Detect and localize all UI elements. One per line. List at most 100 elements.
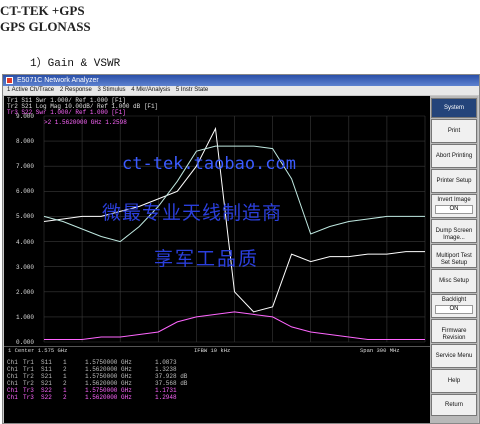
y-tick-label: 3.000	[16, 263, 35, 271]
status-ifbw: IFBW 10 kHz	[194, 347, 231, 354]
marker-row: Ch1 Tr1 S11 2 1.5620000 GHz 1.3238	[7, 366, 215, 373]
marker-cell-val: 37.568 dB	[155, 380, 188, 387]
softkey-label: Firmware Revision	[441, 328, 467, 341]
softkey-dump-screen-image[interactable]: Dump Screen Image...	[431, 219, 477, 243]
marker-cell-ch: Ch1	[7, 366, 18, 373]
marker-row: Ch1 Tr1 S11 1 1.5750000 GHz 1.0873	[7, 359, 215, 366]
marker-cell-num: 1	[63, 373, 67, 380]
menu-bar: 1 Active Ch/Trace 2 Response 3 Stimulus …	[3, 86, 479, 95]
softkey-label: Dump Screen Image...	[435, 228, 473, 241]
softkey-value: ON	[435, 205, 473, 214]
softkey-label: Service Menu	[435, 353, 473, 359]
doc-section-heading: 1）Gain & VSWR	[30, 58, 121, 70]
marker-cell-ch: Ch1	[7, 373, 18, 380]
softkey-invert-image[interactable]: Invert Image ON	[431, 194, 477, 218]
marker-row: Ch1 Tr2 S21 2 1.5620000 GHz 37.568 dB	[7, 380, 215, 387]
softkey-label: Print	[447, 128, 461, 134]
marker-cell-num: 1	[63, 387, 67, 394]
marker-cell-ch: Ch1	[7, 380, 18, 387]
softkey-label: System	[443, 105, 464, 111]
softkey-firmware-revision[interactable]: Firmware Revision	[431, 319, 477, 343]
marker-row: Ch1 Tr3 S22 2 1.5620000 GHz 1.2948	[7, 394, 215, 401]
doc-title-line1: CT-TEK +GPS	[0, 3, 85, 18]
menu-item-mkr-analysis[interactable]: 4 Mkr/Analysis	[131, 87, 170, 93]
marker-cell-num: 2	[63, 366, 67, 373]
softkey-label: Return	[444, 402, 463, 408]
marker-cell-freq: 1.5620000 GHz	[85, 394, 132, 401]
marker-cell-ch: Ch1	[7, 359, 18, 366]
softkey-backlight[interactable]: Backlight ON	[431, 294, 477, 318]
softkey-label: Abort Printing	[435, 153, 473, 159]
softkey-printer-setup[interactable]: Printer Setup	[431, 169, 477, 193]
softkey-label: Backlight	[441, 297, 467, 303]
status-span: Span 300 MHz	[360, 347, 400, 354]
doc-title-line2: GPS GLONASS	[0, 19, 91, 34]
marker-cell-param: S11	[41, 366, 52, 373]
trace-display[interactable]: Tr1 S11 Swr 1.000/ Ref 1.000 [F1] Tr2 S2…	[4, 96, 431, 346]
marker-cell-tr: Tr1	[23, 366, 34, 373]
window-titlebar[interactable]: E5071C Network Analyzer	[3, 75, 479, 86]
menu-item-active-ch[interactable]: 1 Active Ch/Trace	[7, 87, 54, 93]
marker-cell-freq: 1.5750000 GHz	[85, 387, 132, 394]
softkey-label: Help	[447, 378, 461, 384]
y-tick-label: 9.000	[16, 113, 35, 120]
softkey-label: Printer Setup	[436, 178, 472, 184]
app-icon	[6, 77, 13, 84]
window-title: E5071C Network Analyzer	[17, 77, 99, 84]
marker-cell-tr: Tr3	[23, 387, 34, 394]
marker-cell-param: S21	[41, 373, 52, 380]
softkey-label: Misc Setup	[439, 278, 469, 284]
marker-cell-tr: Tr3	[23, 394, 34, 401]
softkey-multiport-test-set-setup[interactable]: Multiport Test Set Setup	[431, 244, 477, 268]
status-center: 1 Center 1.575 GHz	[8, 347, 68, 354]
softkey-help[interactable]: Help	[431, 369, 477, 393]
y-tick-label: 6.000	[16, 188, 35, 196]
marker-cell-freq: 1.5620000 GHz	[85, 366, 132, 373]
marker-cell-num: 2	[63, 380, 67, 387]
y-tick-label: 5.000	[16, 213, 35, 221]
softkey-return[interactable]: Return	[431, 394, 477, 416]
watermark-slogan: 微最专业天线制造商	[102, 202, 283, 224]
y-tick-label: 8.000	[16, 138, 35, 146]
marker-cell-ch: Ch1	[7, 387, 18, 394]
marker-cell-num: 1	[63, 359, 67, 366]
softkey-misc-setup[interactable]: Misc Setup	[431, 269, 477, 293]
watermark-url: ct-tek.taobao.com	[122, 154, 296, 174]
marker-row: Ch1 Tr2 S21 1 1.5750000 GHz 37.928 dB	[7, 373, 215, 380]
menu-item-response[interactable]: 2 Response	[60, 87, 92, 93]
softkey-print[interactable]: Print	[431, 119, 477, 143]
analyzer-window: E5071C Network Analyzer 1 Active Ch/Trac…	[2, 74, 480, 424]
softkey-abort-printing[interactable]: Abort Printing	[431, 144, 477, 168]
softkey-label: Invert Image	[437, 197, 471, 203]
marker-cell-val: 37.928 dB	[155, 373, 188, 380]
softkey-panel: System Print Abort Printing Printer Setup In…	[430, 96, 478, 423]
marker-cell-val: 1.0873	[155, 359, 177, 366]
marker-readout: >2 1.5620000 GHz 1.2598	[44, 119, 127, 126]
marker-cell-ch: Ch1	[7, 394, 18, 401]
menu-item-instr-state[interactable]: 5 Instr State	[176, 87, 208, 93]
marker-cell-param: S11	[41, 359, 52, 366]
y-tick-label: 1.000	[16, 313, 35, 321]
y-tick-label: 2.000	[16, 288, 35, 296]
marker-cell-num: 2	[63, 394, 67, 401]
softkey-label: Multiport Test Set Setup	[436, 253, 472, 266]
softkey-service-menu[interactable]: Service Menu	[431, 344, 477, 368]
marker-cell-freq: 1.5750000 GHz	[85, 373, 132, 380]
y-tick-label: 4.000	[16, 238, 35, 246]
status-bar: 1 Center 1.575 GHz IFBW 10 kHz Span 300 …	[4, 346, 431, 355]
marker-cell-param: S22	[41, 394, 52, 401]
marker-cell-param: S21	[41, 380, 52, 387]
marker-cell-param: S22	[41, 387, 52, 394]
softkey-system[interactable]: System	[431, 98, 477, 118]
menu-item-stimulus[interactable]: 3 Stimulus	[98, 87, 126, 93]
y-tick-label: 0.000	[16, 339, 35, 346]
marker-cell-val: 1.2948	[155, 394, 177, 401]
marker-cell-freq: 1.5750000 GHz	[85, 359, 132, 366]
marker-row: Ch1 Tr3 S22 1 1.5750000 GHz 1.1731	[7, 387, 215, 394]
marker-table: Ch1 Tr1 S11 1 1.5750000 GHz 1.0873 Ch1 Tr1 S11 2 1…	[4, 355, 431, 423]
marker-cell-tr: Tr2	[23, 380, 34, 387]
marker-cell-val: 1.3238	[155, 366, 177, 373]
watermark-slogan-2: 享军工品质	[154, 248, 260, 270]
marker-cell-tr: Tr2	[23, 373, 34, 380]
y-tick-label: 7.000	[16, 163, 35, 171]
